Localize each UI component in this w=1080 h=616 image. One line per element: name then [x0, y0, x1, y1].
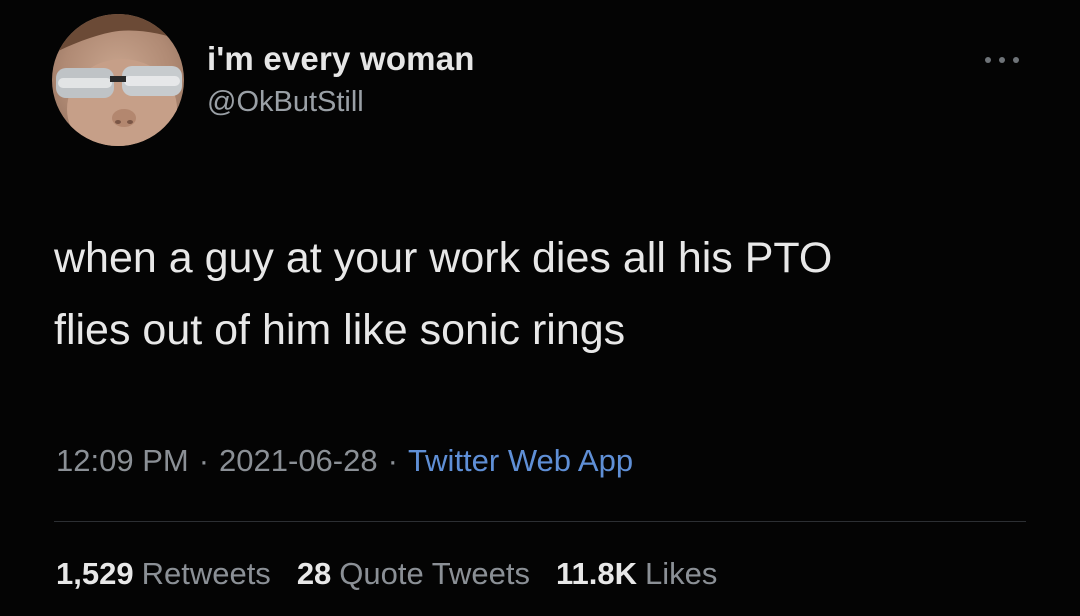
tweet-time[interactable]: 12:09 PM	[56, 443, 189, 478]
tweet-text-line: flies out of him like sonic rings	[54, 306, 626, 354]
retweets-count: 1,529	[56, 556, 134, 591]
more-options-button[interactable]	[980, 48, 1024, 72]
quote-tweets-stat[interactable]: 28 Quote Tweets	[297, 556, 530, 592]
more-horizontal-icon	[985, 57, 1019, 63]
meta-separator: ·	[387, 443, 398, 478]
likes-stat[interactable]: 11.8K Likes	[556, 556, 717, 592]
likes-label: Likes	[645, 556, 718, 591]
tweet-source-link[interactable]: Twitter Web App	[408, 443, 633, 478]
avatar[interactable]	[52, 14, 184, 146]
tweet-date[interactable]: 2021-06-28	[219, 443, 378, 478]
retweets-stat[interactable]: 1,529 Retweets	[56, 556, 271, 592]
display-name[interactable]: i'm every woman	[207, 40, 475, 78]
tweet-stats: 1,529 Retweets 28 Quote Tweets 11.8K Likes	[56, 556, 743, 592]
avatar-image	[52, 14, 184, 146]
likes-count: 11.8K	[556, 556, 638, 591]
quote-tweets-count: 28	[296, 556, 332, 591]
quote-tweets-label: Quote Tweets	[339, 556, 531, 591]
user-handle[interactable]: @OkButStill	[207, 86, 364, 119]
tweet-card: i'm every woman @OkButStill when a guy a…	[0, 0, 1080, 616]
meta-separator: ·	[198, 443, 210, 478]
tweet-meta: 12:09 PM · 2021-06-28 · Twitter Web App	[56, 443, 633, 479]
tweet-text: when a guy at your work dies all his PTO…	[54, 222, 1044, 366]
retweets-label: Retweets	[141, 556, 271, 591]
divider	[54, 521, 1026, 522]
tweet-text-line: when a guy at your work dies all his PTO	[54, 234, 833, 282]
